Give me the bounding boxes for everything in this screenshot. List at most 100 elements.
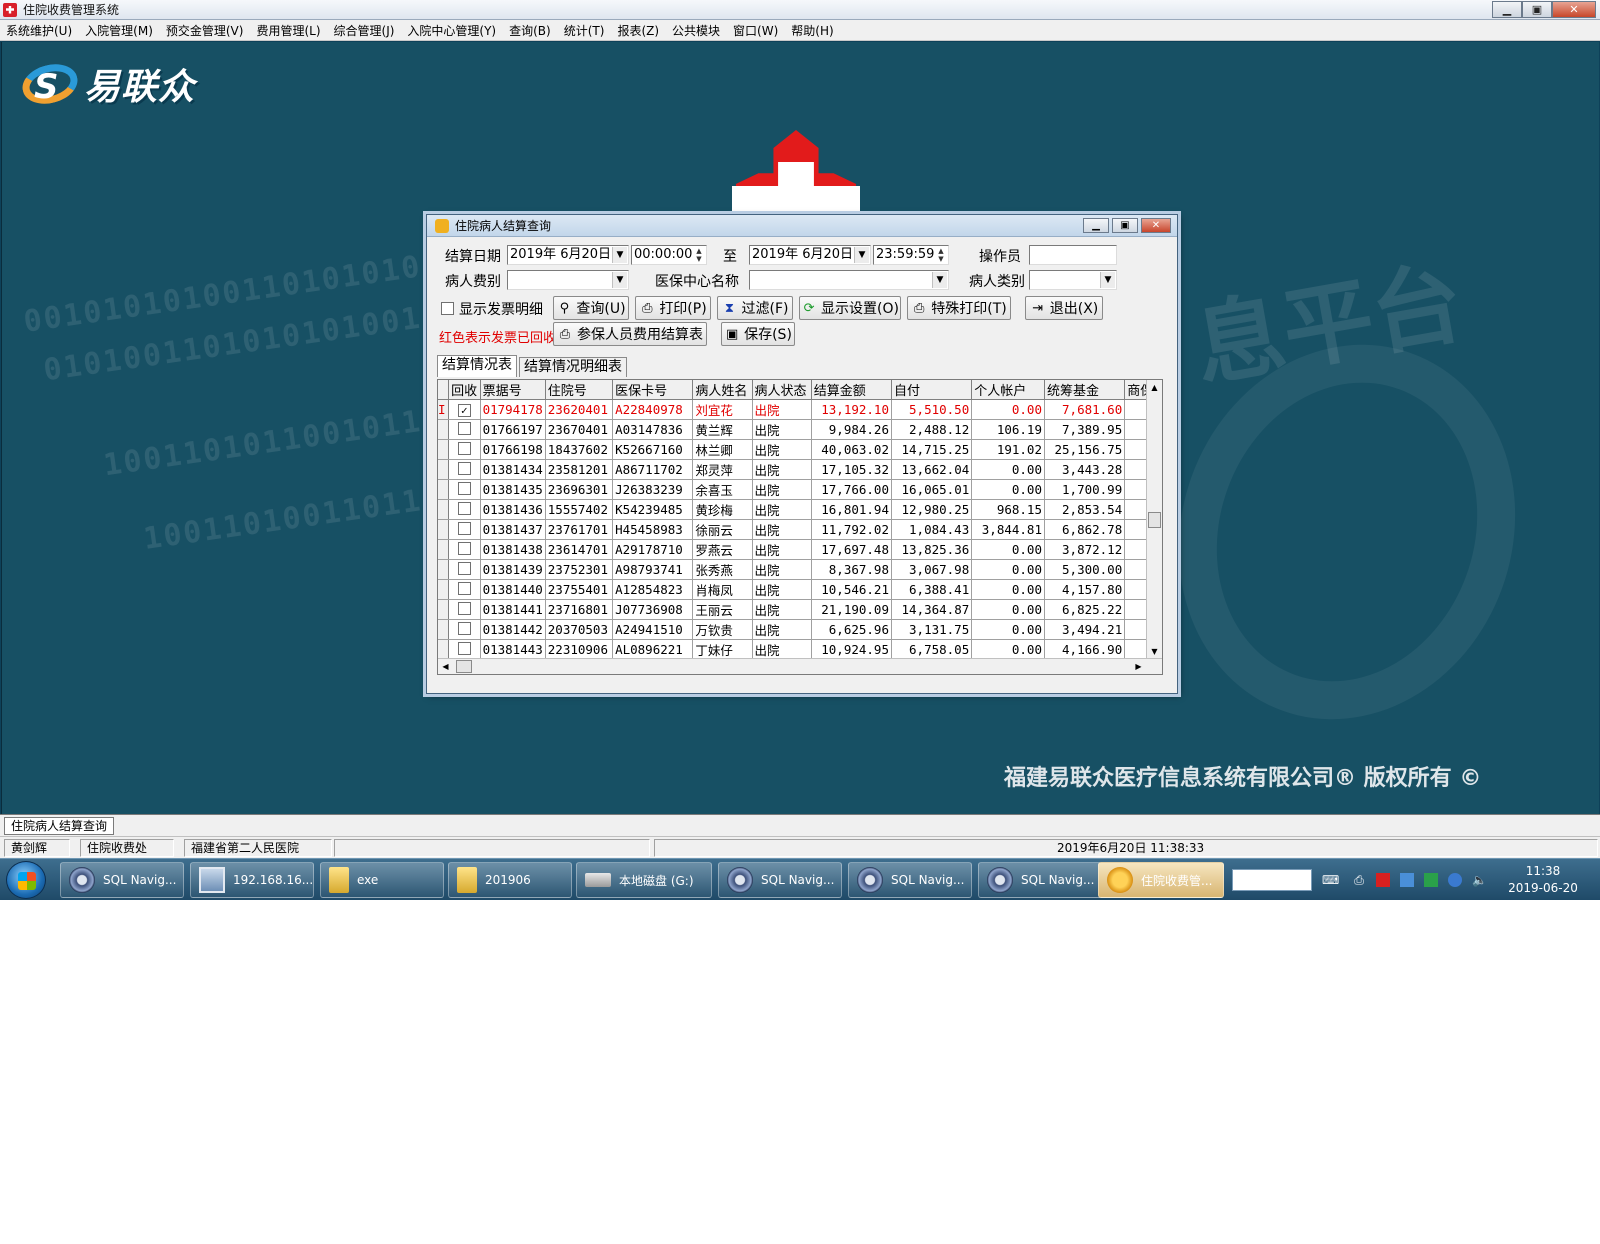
recovered-checkbox-cell[interactable]: ✓ — [448, 399, 481, 420]
table-cell[interactable]: 13,825.36 — [891, 539, 973, 560]
row-indicator[interactable] — [438, 419, 450, 440]
table-cell[interactable]: 3,872.12 — [1044, 539, 1126, 560]
table-cell[interactable]: 23755401 — [545, 579, 614, 600]
table-cell[interactable]: 14,715.25 — [891, 439, 973, 460]
table-cell[interactable]: 6,758.05 — [891, 639, 973, 660]
date-from-picker[interactable]: 2019年 6月20日 ▼ — [507, 245, 629, 265]
recovered-checkbox-cell[interactable] — [448, 559, 481, 580]
table-cell[interactable]: 16,801.94 — [811, 499, 892, 520]
table-cell[interactable]: 6,862.78 — [1044, 519, 1126, 540]
scroll-thumb[interactable] — [1148, 512, 1161, 528]
column-header[interactable]: 自付 — [891, 380, 973, 400]
recovered-checkbox-cell[interactable] — [448, 599, 481, 620]
table-row[interactable]: 01381435 23696301 J26383239 余喜玉 出院 17,766.00 1… — [438, 479, 1162, 500]
taskbar-item[interactable]: SQL Navig... — [978, 862, 1102, 898]
taskbar-item[interactable]: SQL Navig... — [718, 862, 842, 898]
table-cell[interactable]: 4,166.90 — [1044, 639, 1126, 660]
menu-reports[interactable]: 报表(Z) — [617, 22, 659, 39]
row-indicator[interactable] — [438, 439, 450, 460]
recovered-checkbox[interactable] — [457, 441, 471, 455]
table-cell[interactable]: 01381436 — [480, 499, 546, 520]
column-header[interactable]: 统筹基金 — [1044, 380, 1126, 400]
dialog-title-bar[interactable]: 住院病人结算查询 ▁ ▣ ✕ — [427, 215, 1177, 237]
recovered-checkbox[interactable] — [457, 601, 471, 615]
table-cell[interactable]: 01381443 — [480, 639, 546, 660]
table-cell[interactable]: J07736908 — [612, 599, 694, 620]
table-cell[interactable]: 罗燕云 — [692, 539, 753, 560]
taskbar-item[interactable]: 201906 — [448, 862, 572, 898]
taskbar-item[interactable]: 本地磁盘 (G:) — [576, 862, 712, 898]
table-cell[interactable]: 1,700.99 — [1044, 479, 1126, 500]
table-cell[interactable]: 2,853.54 — [1044, 499, 1126, 520]
table-row[interactable]: 01381440 23755401 A12854823 肖梅凤 出院 10,546.21 6… — [438, 579, 1162, 600]
date-to-picker[interactable]: 2019年 6月20日 ▼ — [749, 245, 871, 265]
table-cell[interactable]: 4,157.80 — [1044, 579, 1126, 600]
recovered-checkbox-cell[interactable] — [448, 519, 481, 540]
menu-fees[interactable]: 费用管理(L) — [256, 22, 320, 39]
row-indicator[interactable] — [438, 479, 450, 500]
table-cell[interactable]: 2,488.12 — [891, 419, 973, 440]
table-cell[interactable]: 191.02 — [971, 439, 1045, 460]
table-row[interactable]: 01766197 23670401 A03147836 黄兰辉 出院 9,984.26 2,… — [438, 419, 1162, 440]
table-cell[interactable]: 23761701 — [545, 519, 614, 540]
table-cell[interactable]: 5,300.00 — [1044, 559, 1126, 580]
row-indicator[interactable] — [438, 539, 450, 560]
table-cell[interactable]: 5,510.50 — [891, 399, 973, 420]
table-cell[interactable]: 出院 — [752, 479, 812, 500]
table-cell[interactable]: 13,662.04 — [891, 459, 973, 480]
table-cell[interactable]: 6,388.41 — [891, 579, 973, 600]
menu-help[interactable]: 帮助(H) — [791, 22, 833, 39]
row-indicator[interactable] — [438, 599, 450, 620]
table-cell[interactable]: 20370503 — [545, 619, 614, 640]
insured-fee-report-button[interactable]: ⎙ 参保人员费用结算表 — [553, 322, 707, 346]
table-cell[interactable]: 黄珍梅 — [692, 499, 753, 520]
table-cell[interactable]: 17,697.48 — [811, 539, 892, 560]
recovered-checkbox[interactable] — [457, 581, 471, 595]
table-row[interactable]: 01381443 22310906 AL0896221 丁妹仔 出院 10,924.95 6… — [438, 639, 1162, 660]
table-cell[interactable]: 8,367.98 — [811, 559, 892, 580]
column-header[interactable]: 医保卡号 — [612, 380, 694, 400]
scroll-right-icon[interactable]: ▶ — [1131, 659, 1146, 674]
table-cell[interactable]: 23620401 — [545, 399, 614, 420]
table-cell[interactable]: A86711702 — [612, 459, 694, 480]
ie-icon[interactable] — [1448, 873, 1462, 887]
table-cell[interactable]: 01381438 — [480, 539, 546, 560]
table-row[interactable]: 01766198 18437602 K52667160 林兰卿 出院 40,063.02 1… — [438, 439, 1162, 460]
table-cell[interactable]: 出院 — [752, 599, 812, 620]
table-cell[interactable]: 01381437 — [480, 519, 546, 540]
table-cell[interactable]: 3,443.28 — [1044, 459, 1126, 480]
menu-public[interactable]: 公共模块 — [672, 22, 720, 39]
table-cell[interactable]: 徐丽云 — [692, 519, 753, 540]
table-cell[interactable]: A24941510 — [612, 619, 694, 640]
chevron-down-icon[interactable]: ▼ — [612, 272, 627, 288]
table-cell[interactable]: 0.00 — [971, 619, 1045, 640]
recovered-checkbox[interactable] — [457, 561, 471, 575]
table-cell[interactable]: 01381442 — [480, 619, 546, 640]
table-cell[interactable]: 3,131.75 — [891, 619, 973, 640]
table-cell[interactable]: 6,625.96 — [811, 619, 892, 640]
minimize-button[interactable]: ▁ — [1492, 1, 1522, 18]
taskbar-item[interactable]: SQL Navig... — [60, 862, 184, 898]
table-cell[interactable]: 王丽云 — [692, 599, 753, 620]
table-cell[interactable]: 12,980.25 — [891, 499, 973, 520]
table-cell[interactable]: 7,389.95 — [1044, 419, 1126, 440]
taskbar-item[interactable]: exe — [320, 862, 444, 898]
speaker-muted-icon[interactable]: 🔈 — [1472, 873, 1487, 887]
column-header[interactable]: 住院号 — [545, 380, 614, 400]
table-cell[interactable]: 0.00 — [971, 539, 1045, 560]
menu-deposit[interactable]: 预交金管理(V) — [166, 22, 244, 39]
table-cell[interactable]: 0.00 — [971, 579, 1045, 600]
table-cell[interactable]: 10,546.21 — [811, 579, 892, 600]
column-header[interactable]: 回收 — [448, 380, 481, 400]
table-cell[interactable]: 16,065.01 — [891, 479, 973, 500]
menu-admission-center[interactable]: 入院中心管理(Y) — [407, 22, 496, 39]
display-settings-button[interactable]: ⟳ 显示设置(O) — [799, 296, 901, 320]
table-cell[interactable]: 出院 — [752, 459, 812, 480]
scroll-thumb[interactable] — [456, 660, 472, 673]
recovered-checkbox[interactable] — [457, 521, 471, 535]
table-cell[interactable]: 1,084.43 — [891, 519, 973, 540]
menu-window[interactable]: 窗口(W) — [733, 22, 778, 39]
table-cell[interactable]: 刘宜花 — [692, 399, 753, 420]
table-cell[interactable]: 3,494.21 — [1044, 619, 1126, 640]
table-cell[interactable]: A22840978 — [612, 399, 694, 420]
